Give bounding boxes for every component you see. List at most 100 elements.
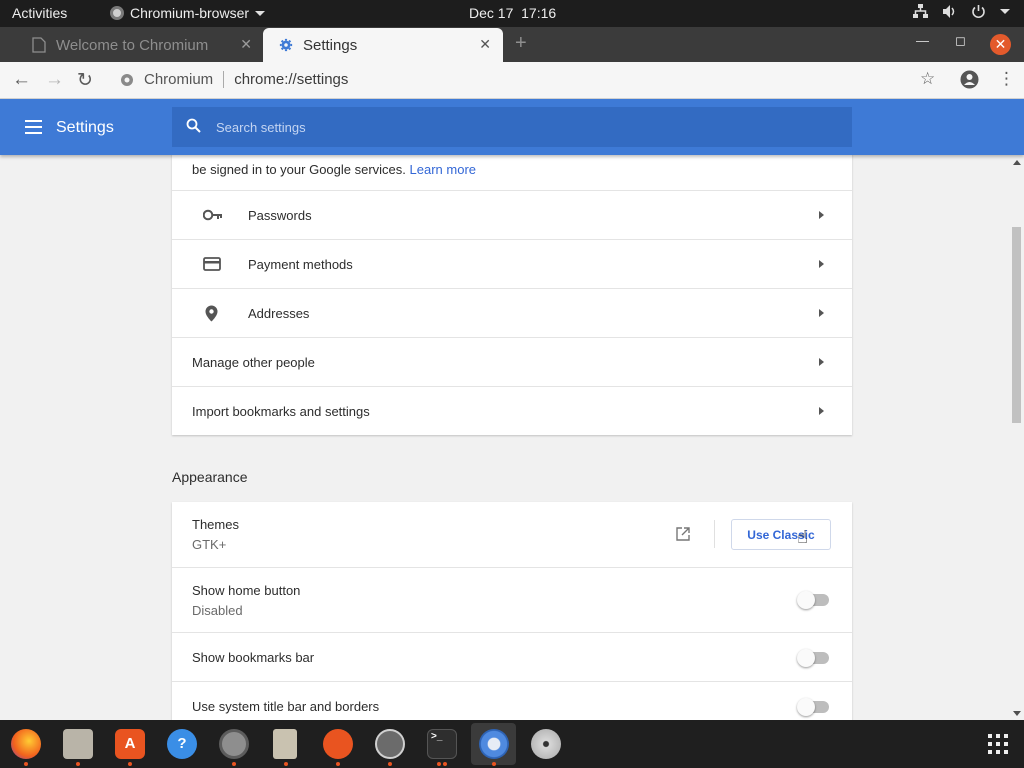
help-icon[interactable]: ? <box>167 729 197 759</box>
tab-welcome[interactable]: Welcome to Chromium ✕ <box>16 28 264 62</box>
chevron-right-icon <box>819 358 824 366</box>
clock-time: 17:16 <box>521 5 557 21</box>
use-classic-button[interactable]: Use Classic <box>731 519 831 550</box>
chevron-down-icon <box>255 10 266 16</box>
running-indicator <box>492 762 496 766</box>
running-indicator <box>232 762 236 766</box>
bookmarks-bar-row[interactable]: Show bookmarks bar <box>172 632 852 681</box>
bookmark-star-icon[interactable]: ☆ <box>920 69 935 89</box>
running-indicator <box>284 762 288 766</box>
gnome-top-bar: Activities Chromium-browser Dec 17 17:16 <box>0 0 1024 27</box>
sync-info-text: be signed in to your Google services. Le… <box>192 162 476 177</box>
tab-strip: Welcome to Chromium ✕ Settings ✕ + — ◻ <box>0 27 1024 62</box>
chevron-right-icon <box>819 407 824 415</box>
gear-icon <box>279 38 293 52</box>
hamburger-menu-icon[interactable] <box>25 120 42 138</box>
running-indicator <box>76 762 80 766</box>
omnibox[interactable]: Chromium chrome://settings <box>120 71 348 88</box>
running-indicator <box>443 762 447 766</box>
terminal-icon[interactable]: >_ <box>427 729 457 759</box>
search-settings-input[interactable] <box>216 116 816 138</box>
payment-methods-row[interactable]: Payment methods <box>172 239 852 288</box>
page-scrollbar[interactable] <box>1009 155 1024 720</box>
back-icon[interactable]: ← <box>12 69 31 91</box>
ubuntu-icon[interactable] <box>323 729 353 759</box>
running-indicator <box>128 762 132 766</box>
appearance-section-title: Appearance <box>172 469 248 485</box>
passwords-row[interactable]: Passwords <box>172 190 852 239</box>
bookmarks-bar-label: Show bookmarks bar <box>192 650 315 665</box>
app-menu-label: Chromium-browser <box>130 5 250 21</box>
external-link-icon[interactable] <box>676 527 690 541</box>
settings-header: Settings <box>0 99 1024 155</box>
forward-icon[interactable]: → <box>45 69 64 91</box>
addresses-row[interactable]: Addresses <box>172 288 852 337</box>
window-close-button[interactable]: ✕ <box>990 34 1011 55</box>
new-tab-button[interactable]: + <box>515 32 527 55</box>
sync-info-row: be signed in to your Google services. Le… <box>172 155 852 190</box>
scrollbar-thumb[interactable] <box>1012 227 1021 423</box>
profile-icon[interactable] <box>960 70 979 89</box>
browser-toolbar: ← → ↻ Chromium chrome://settings ☆ ⋮ <box>0 62 1024 99</box>
system-titlebar-toggle[interactable] <box>797 698 829 716</box>
chevron-down-icon <box>1000 9 1010 14</box>
hand-cursor-icon: ☝ <box>797 527 808 547</box>
running-indicator <box>24 762 28 766</box>
app-menu[interactable]: Chromium-browser <box>110 5 266 21</box>
themes-divider <box>714 520 715 548</box>
tab-settings[interactable]: Settings ✕ <box>263 28 503 62</box>
close-icon[interactable]: ✕ <box>240 36 252 53</box>
page-icon <box>32 37 46 53</box>
files-icon[interactable] <box>63 729 93 759</box>
show-apps-icon[interactable] <box>988 734 1008 754</box>
updater-icon[interactable] <box>375 729 405 759</box>
manage-other-people-label: Manage other people <box>192 355 315 370</box>
clock[interactable]: Dec 17 17:16 <box>469 5 556 21</box>
restore-icon[interactable]: ◻ <box>955 33 966 49</box>
credit-card-icon <box>203 257 221 271</box>
import-bookmarks-label: Import bookmarks and settings <box>192 404 370 419</box>
settings-content: be signed in to your Google services. Le… <box>0 155 1009 720</box>
activities-button[interactable]: Activities <box>12 5 67 21</box>
text-editor-icon[interactable] <box>273 729 297 759</box>
chromium-icon[interactable] <box>479 729 509 759</box>
home-button-toggle[interactable] <box>797 591 829 609</box>
chevron-right-icon <box>819 260 824 268</box>
import-bookmarks-row[interactable]: Import bookmarks and settings <box>172 386 852 435</box>
scroll-down-icon[interactable] <box>1013 711 1021 716</box>
site-label: Chromium <box>144 71 214 88</box>
software-center-icon[interactable]: A <box>115 729 145 759</box>
system-titlebar-row[interactable]: Use system title bar and borders <box>172 681 852 720</box>
themes-label: Themes <box>192 517 239 532</box>
scroll-up-icon[interactable] <box>1013 160 1021 165</box>
url-text[interactable]: chrome://settings <box>234 71 348 88</box>
firefox-icon[interactable] <box>11 729 41 759</box>
running-indicator <box>388 762 392 766</box>
menu-kebab-icon[interactable]: ⋮ <box>998 69 1015 89</box>
payment-methods-label: Payment methods <box>248 257 353 272</box>
bookmarks-bar-toggle[interactable] <box>797 649 829 667</box>
reload-icon[interactable]: ↻ <box>77 69 93 92</box>
minimize-icon[interactable]: — <box>916 33 929 48</box>
search-icon <box>186 118 201 133</box>
close-icon[interactable]: ✕ <box>479 36 491 53</box>
settings-icon[interactable] <box>219 729 249 759</box>
ubuntu-dock: A ? >_ <box>0 720 1024 768</box>
running-indicator <box>336 762 340 766</box>
manage-other-people-row[interactable]: Manage other people <box>172 337 852 386</box>
sync-info-label: be signed in to your Google services. <box>192 162 406 177</box>
settings-title: Settings <box>56 119 114 136</box>
tab-title: Welcome to Chromium <box>56 36 209 54</box>
chromium-site-icon <box>121 73 133 86</box>
addresses-label: Addresses <box>248 306 310 321</box>
key-icon <box>203 209 222 221</box>
settings-search[interactable] <box>172 107 852 147</box>
home-button-row[interactable]: Show home button Disabled <box>172 567 852 632</box>
appearance-card: Themes GTK+ Use Classic Show home button… <box>172 502 852 720</box>
system-tray[interactable] <box>913 4 1010 19</box>
learn-more-link[interactable]: Learn more <box>410 162 476 177</box>
chromium-app-icon <box>110 6 124 20</box>
omnibox-divider <box>223 71 225 88</box>
disc-icon[interactable] <box>531 729 561 759</box>
home-button-label: Show home button <box>192 583 301 598</box>
